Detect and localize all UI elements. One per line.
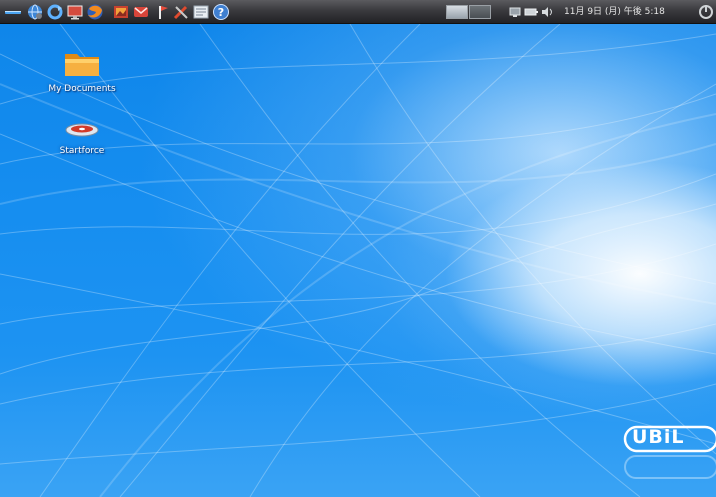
volume-icon[interactable] [540, 3, 554, 21]
svg-text:?: ? [218, 6, 224, 19]
workspace-1[interactable] [446, 5, 468, 19]
power-icon[interactable] [698, 3, 714, 21]
network-globe-icon[interactable] [26, 3, 44, 21]
mail-icon[interactable] [132, 3, 150, 21]
panel-clock[interactable]: 11月 9日 (月) 午後 5:18 [564, 5, 665, 19]
firefox-browser-icon[interactable] [86, 3, 104, 21]
desktop-icon-startforce[interactable]: Startforce [30, 118, 134, 156]
text-editor-icon[interactable] [192, 3, 210, 21]
startforce-disc-icon [65, 123, 99, 137]
workspace-2[interactable] [469, 5, 491, 19]
bookmark-flag-icon[interactable] [154, 3, 172, 21]
desktop-icon-my-documents[interactable]: My Documents [30, 48, 134, 94]
wallpaper-light-streaks [0, 24, 716, 497]
folder-icon [65, 54, 99, 76]
top-panel: ? 11月 9日 (月) 午後 5:18 [0, 0, 716, 24]
screen: My Documents Startforce UBiL ? 11月 9日 (月… [0, 0, 716, 497]
desktop-icon-label: My Documents [48, 84, 116, 94]
image-viewer-icon[interactable] [112, 3, 130, 21]
desktop-icon-label: Startforce [59, 146, 105, 156]
help-icon[interactable]: ? [212, 3, 230, 21]
refresh-sync-icon[interactable] [46, 3, 64, 21]
network-icon[interactable] [508, 3, 522, 21]
monitor-icon[interactable] [66, 3, 84, 21]
ubil-logo-text: UBiL [632, 426, 685, 448]
tools-icon[interactable] [172, 3, 190, 21]
ubil-brand-logo: UBiL [622, 424, 716, 492]
desktop-background[interactable]: My Documents Startforce UBiL [0, 24, 716, 497]
applications-menu-icon[interactable] [4, 3, 22, 21]
battery-icon[interactable] [524, 3, 538, 21]
